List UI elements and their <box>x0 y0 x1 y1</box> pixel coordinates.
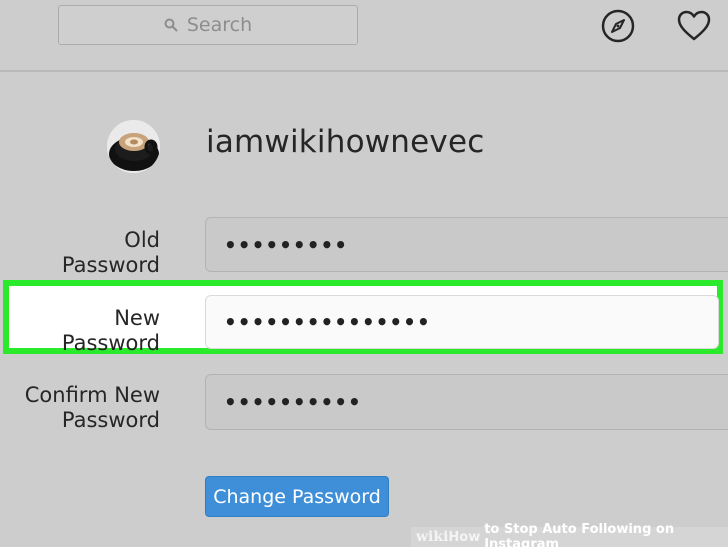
heart-icon[interactable] <box>676 8 712 44</box>
watermark-wiki: wiki <box>416 529 449 545</box>
new-password-label: New Password <box>61 306 160 355</box>
confirm-password-field[interactable]: •••••••••• <box>205 374 728 430</box>
top-navigation-bar: Search <box>0 0 728 72</box>
wikihow-watermark: wiki How to Stop Auto Following on Instag… <box>411 522 728 547</box>
old-password-label: Old Password <box>61 228 160 277</box>
change-password-button[interactable]: Change Password <box>205 476 389 517</box>
new-password-field[interactable]: ••••••••••••••• <box>205 295 719 349</box>
watermark-how: How <box>448 529 481 545</box>
confirm-password-label: Confirm New Password <box>10 383 160 433</box>
compass-icon[interactable] <box>600 8 636 44</box>
search-input[interactable]: Search <box>58 5 358 45</box>
coffee-cup-image <box>107 120 160 173</box>
search-icon <box>164 18 178 32</box>
profile-username: iamwikihownevec <box>206 124 485 160</box>
old-password-field[interactable]: ••••••••• <box>205 217 728 272</box>
search-placeholder: Search <box>186 14 253 36</box>
confirm-password-label-line1: Confirm New <box>24 383 160 407</box>
confirm-password-label-line2: Password <box>61 408 160 432</box>
watermark-text: to Stop Auto Following on Instagram <box>484 522 675 547</box>
avatar[interactable] <box>107 120 160 173</box>
